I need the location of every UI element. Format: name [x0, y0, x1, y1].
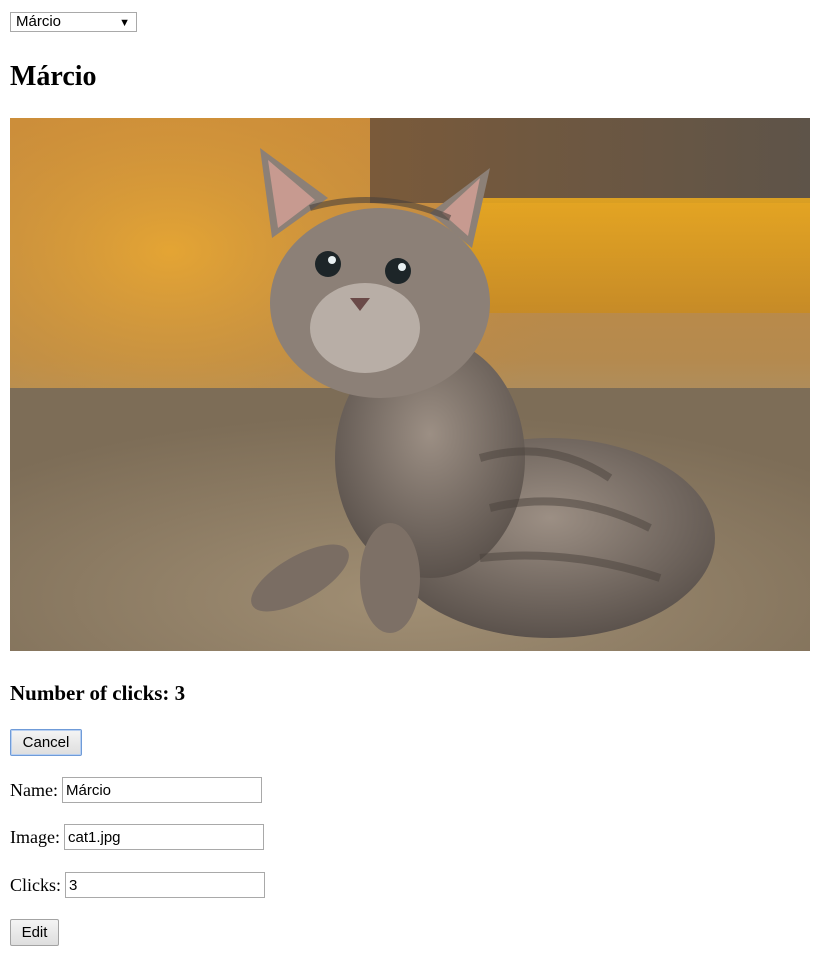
- cat-select-value: Márcio: [16, 13, 62, 30]
- edit-button[interactable]: Edit: [10, 919, 59, 946]
- cat-name-heading: Márcio: [10, 61, 97, 92]
- image-label: Image:: [10, 827, 60, 847]
- image-field-row: Image:: [10, 824, 264, 850]
- clicks-count-heading: Number of clicks: 3: [10, 681, 186, 705]
- image-input[interactable]: [63, 824, 264, 850]
- cancel-button[interactable]: Cancel: [10, 729, 82, 756]
- name-label: Name:: [10, 780, 58, 800]
- clicks-field-row: Clicks:: [10, 872, 266, 898]
- cat-image[interactable]: [10, 118, 810, 651]
- cat-select[interactable]: Márcio ▼: [10, 12, 137, 32]
- dropdown-triangle-icon: ▼: [119, 17, 130, 29]
- page: Márcio ▼ Márcio Number of clicks: 3 Canc…: [0, 0, 834, 968]
- clicks-label: Clicks:: [10, 875, 62, 895]
- clicks-input[interactable]: [65, 872, 266, 898]
- name-field-row: Name:: [10, 777, 262, 803]
- name-input[interactable]: [61, 777, 262, 803]
